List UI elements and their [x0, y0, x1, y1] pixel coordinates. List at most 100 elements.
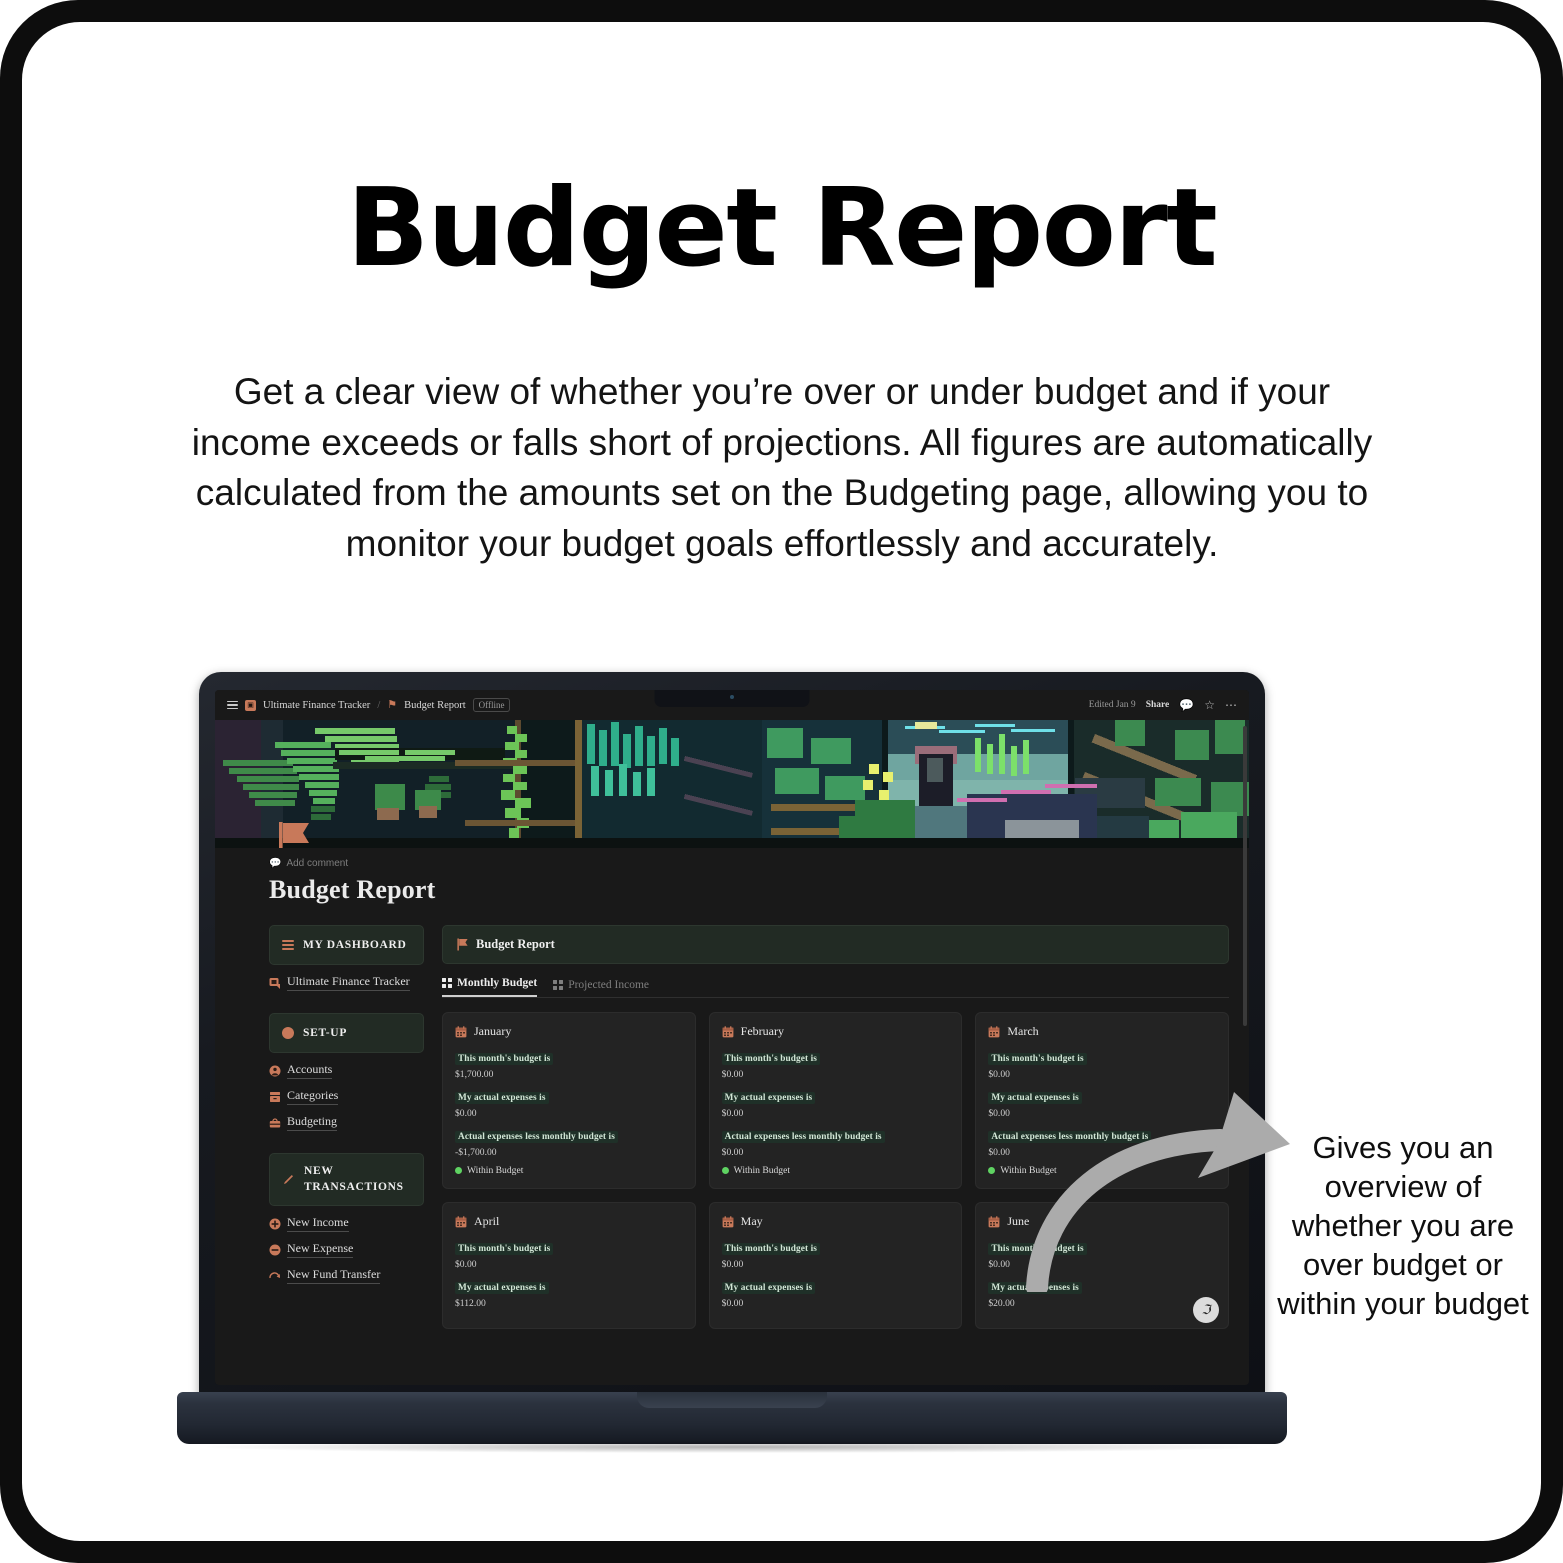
sidebar-card-my-dashboard[interactable]: MY DASHBOARD [269, 925, 424, 965]
report-banner[interactable]: Budget Report [442, 925, 1229, 964]
budget-label: This month's budget is [455, 1243, 554, 1255]
month-card[interactable]: April This month's budget is $0.00 My ac… [442, 1202, 696, 1329]
pencil-icon [284, 1175, 293, 1185]
calendar-icon [722, 1025, 734, 1037]
comment-icon: 💬 [269, 858, 282, 869]
briefcase-icon [269, 1117, 281, 1127]
calendar-icon [988, 1025, 1000, 1037]
annotation-caption: Gives you an overview of whether you are… [1277, 1130, 1529, 1322]
page-icon: ▣ [245, 699, 256, 711]
add-comment-button[interactable]: 💬 Add comment [269, 858, 1249, 869]
add-comment-label: Add comment [286, 858, 349, 869]
list-icon [282, 939, 294, 951]
sidebar-item-label: New Fund Transfer [287, 1267, 381, 1285]
sidebar-item-label: Budgeting [287, 1114, 337, 1131]
report-tabs: Monthly Budget Projected Income [442, 977, 1229, 998]
sidebar-item-new-expense[interactable]: New Expense [269, 1241, 424, 1259]
sidebar-card-new-transactions[interactable]: NEW TRANSACTIONS [269, 1153, 424, 1207]
poster-frame: Budget Report Get a clear view of whethe… [0, 0, 1563, 1563]
calendar-icon [455, 1215, 467, 1227]
calendar-icon [455, 1025, 467, 1037]
document-title[interactable]: Budget Report [269, 875, 1249, 905]
sidebar-item-new-fund-transfer[interactable]: New Fund Transfer [269, 1267, 424, 1285]
sidebar-card-set-up[interactable]: SET-UP [269, 1013, 424, 1053]
laptop-shadow [207, 1441, 1257, 1453]
breadcrumb-page[interactable]: Budget Report [404, 700, 466, 711]
budget-label: This month's budget is [721, 1053, 821, 1065]
status-dot-icon [988, 1167, 996, 1174]
difference-label: Actual expenses less monthly budget is [721, 1131, 885, 1143]
minus-circle-icon [269, 1244, 281, 1256]
budget-value: $0.00 [455, 1259, 477, 1270]
ellipsis-icon[interactable]: ⋯ [1225, 699, 1237, 711]
tab-projected-income[interactable]: Projected Income [553, 979, 649, 997]
poster-canvas: Budget Report Get a clear view of whethe… [22, 22, 1541, 1541]
laptop-mockup: ▣ Ultimate Finance Tracker / ⚑ Budget Re… [177, 672, 1287, 1472]
budget-label: This month's budget is [455, 1053, 554, 1065]
tab-label: Monthly Budget [457, 977, 538, 989]
month-name: January [474, 1024, 512, 1038]
laptop-base-notch [637, 1392, 827, 1408]
status-dot-icon [455, 1167, 462, 1174]
cover-flag-icon [279, 822, 309, 848]
month-name: February [740, 1024, 784, 1038]
difference-value: -$1,700.00 [455, 1147, 497, 1158]
plus-circle-icon [269, 1218, 281, 1230]
sidebar-item-new-income[interactable]: New Income [269, 1215, 424, 1233]
cover-image [215, 720, 1249, 848]
circle-icon [282, 1027, 294, 1039]
pixel-art-greenhouse [215, 720, 1249, 848]
sidebar-item-label: New Income [287, 1215, 349, 1233]
page-title: Budget Report [346, 166, 1218, 291]
actual-value: $0.00 [721, 1298, 744, 1309]
month-card[interactable]: May This month's budget is $0.00 My actu… [708, 1202, 963, 1329]
actual-label: My actual expenses is [721, 1282, 816, 1294]
sidebar-item-categories[interactable]: Categories [269, 1088, 424, 1105]
actual-label: My actual expenses is [721, 1092, 816, 1104]
breadcrumb-workspace[interactable]: Ultimate Finance Tracker [263, 700, 370, 711]
actual-value: $20.00 [988, 1298, 1015, 1309]
status-label: Within Budget [467, 1165, 524, 1176]
budget-value: $0.00 [721, 1069, 744, 1080]
month-name: April [474, 1214, 500, 1228]
month-card[interactable]: February This month's budget is $0.00 My… [708, 1012, 963, 1189]
star-icon[interactable]: ☆ [1204, 699, 1215, 711]
sidebar-item-label: Categories [287, 1088, 339, 1105]
laptop-base [177, 1392, 1287, 1444]
vertical-scrollbar[interactable] [1243, 726, 1247, 1026]
share-button[interactable]: Share [1146, 700, 1170, 710]
status-badge: Within Budget [721, 1165, 950, 1176]
sidebar-item-accounts[interactable]: Accounts [269, 1062, 424, 1079]
report-banner-title: Budget Report [476, 937, 555, 951]
status-label: Within Budget [733, 1165, 791, 1176]
calendar-icon [988, 1215, 1000, 1227]
tab-monthly-budget[interactable]: Monthly Budget [442, 977, 538, 997]
flag-icon [457, 938, 468, 951]
actual-label: My actual expenses is [455, 1282, 549, 1294]
hamburger-icon[interactable] [227, 700, 238, 710]
sidebar-item-budgeting[interactable]: Budgeting [269, 1114, 424, 1131]
sidebar-card-label: MY DASHBOARD [303, 939, 407, 951]
actual-value: $0.00 [721, 1108, 744, 1119]
helper-badge[interactable]: ℑ [1193, 1297, 1219, 1323]
budget-label: This month's budget is [721, 1243, 821, 1255]
budget-value: $0.00 [988, 1069, 1010, 1080]
actual-value: $112.00 [455, 1298, 486, 1309]
transfer-icon [269, 1271, 280, 1278]
sidebar-item-label: New Expense [287, 1241, 354, 1259]
actual-label: My actual expenses is [455, 1092, 549, 1104]
actual-value: $0.00 [455, 1108, 477, 1119]
sidebar-item-ultimate-finance-tracker[interactable]: Ultimate Finance Tracker [269, 974, 424, 991]
sidebar-card-label: NEW TRANSACTIONS [304, 1165, 404, 1193]
difference-label: Actual expenses less monthly budget is [455, 1131, 618, 1143]
user-icon [269, 1065, 281, 1076]
flag-icon: ⚑ [387, 698, 398, 711]
month-card[interactable]: January This month's budget is $1,700.00… [442, 1012, 696, 1189]
month-name: May [740, 1214, 763, 1228]
budget-label: This month's budget is [988, 1053, 1087, 1065]
breadcrumb-separator: / [377, 699, 381, 711]
drawer-icon [270, 1091, 280, 1102]
budget-value: $1,700.00 [455, 1069, 494, 1080]
comment-icon[interactable]: 💬 [1179, 699, 1194, 711]
sidebar-column: MY DASHBOARD Ultimate Finance Tracker SE… [269, 925, 424, 1329]
